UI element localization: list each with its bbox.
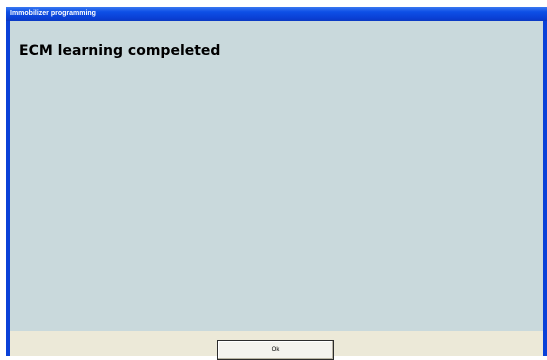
title-bar[interactable]: Immobilizer programming: [6, 7, 547, 21]
dialog-content-area: ECM learning compeleted Ok: [10, 21, 543, 360]
ok-button[interactable]: Ok: [217, 340, 334, 360]
immobilizer-programming-window: Immobilizer programming ECM learning com…: [6, 7, 547, 360]
window-title: Immobilizer programming: [10, 10, 96, 17]
button-bar: Ok: [10, 331, 543, 360]
status-message: ECM learning compeleted: [19, 43, 221, 59]
